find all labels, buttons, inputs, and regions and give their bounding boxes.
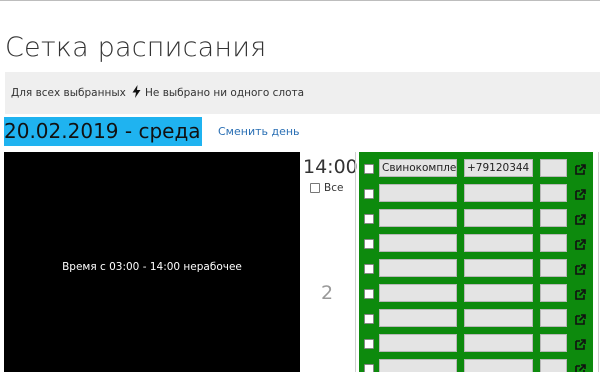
change-day-link[interactable]: Сменить день — [218, 125, 300, 138]
row-select-checkbox[interactable] — [364, 364, 374, 372]
table-row — [359, 184, 593, 203]
phone-field[interactable] — [464, 309, 533, 327]
table-row — [359, 359, 593, 372]
row-select-checkbox[interactable] — [364, 264, 374, 274]
selection-status: Не выбрано ни одного слота — [145, 87, 305, 99]
table-row — [359, 284, 593, 303]
table-row — [359, 334, 593, 353]
nonworking-time-label: Время с 03:00 - 14:00 нерабочее — [62, 261, 242, 273]
phone-field[interactable]: +79120344 — [464, 159, 533, 177]
extra-field[interactable] — [540, 184, 567, 202]
table-row — [359, 259, 593, 278]
client-name-field[interactable] — [379, 359, 457, 372]
slot-count-label: 2 — [321, 282, 334, 304]
phone-field[interactable] — [464, 234, 533, 252]
select-all-label: Все — [324, 182, 344, 194]
extra-field[interactable] — [540, 259, 567, 277]
table-row: Свинокомпле +79120344 — [359, 159, 593, 178]
current-date: 20.02.2019 - среда — [4, 117, 202, 146]
extra-field[interactable] — [540, 309, 567, 327]
client-name-field[interactable] — [379, 309, 457, 327]
extra-field[interactable] — [540, 209, 567, 227]
client-name-field[interactable] — [379, 184, 457, 202]
phone-field[interactable] — [464, 359, 533, 372]
client-name-field[interactable] — [379, 334, 457, 352]
external-link-icon[interactable] — [574, 186, 588, 200]
client-name-field[interactable] — [379, 284, 457, 302]
table-row — [359, 234, 593, 253]
row-select-checkbox[interactable] — [364, 289, 374, 299]
external-link-icon[interactable] — [574, 261, 588, 275]
row-select-checkbox[interactable] — [364, 214, 374, 224]
external-link-icon[interactable] — [574, 286, 588, 300]
time-slot-label: 14:00 — [303, 156, 358, 178]
column-divider — [355, 152, 356, 372]
grid-right-border — [598, 152, 599, 372]
toolbar: Для всех выбранных Не выбрано ни одного … — [5, 72, 600, 114]
table-row — [359, 209, 593, 228]
extra-field[interactable] — [540, 159, 567, 177]
top-border — [0, 0, 600, 1]
phone-field[interactable] — [464, 259, 533, 277]
all-selected-menu[interactable]: Для всех выбранных — [11, 87, 126, 99]
row-select-checkbox[interactable] — [364, 189, 374, 199]
phone-field[interactable] — [464, 284, 533, 302]
external-link-icon[interactable] — [574, 236, 588, 250]
external-link-icon[interactable] — [574, 311, 588, 325]
phone-field[interactable] — [464, 209, 533, 227]
phone-field[interactable] — [464, 184, 533, 202]
row-select-checkbox[interactable] — [364, 339, 374, 349]
select-all-control[interactable]: Все — [310, 182, 343, 194]
client-name-field[interactable]: Свинокомпле — [379, 159, 457, 177]
extra-field[interactable] — [540, 234, 567, 252]
client-name-field[interactable] — [379, 234, 457, 252]
table-row — [359, 309, 593, 328]
external-link-icon[interactable] — [574, 161, 588, 175]
external-link-icon[interactable] — [574, 211, 588, 225]
extra-field[interactable] — [540, 359, 567, 372]
external-link-icon[interactable] — [574, 336, 588, 350]
client-name-field[interactable] — [379, 209, 457, 227]
slot-grid: Свинокомпле +79120344 — [359, 152, 593, 372]
external-link-icon[interactable] — [574, 361, 588, 372]
lightning-icon — [132, 85, 141, 101]
select-all-checkbox[interactable] — [310, 183, 320, 193]
time-column: 14:00 Все 2 — [300, 152, 358, 372]
row-select-checkbox[interactable] — [364, 239, 374, 249]
extra-field[interactable] — [540, 334, 567, 352]
client-name-field[interactable] — [379, 259, 457, 277]
page-title: Сетка расписания — [5, 32, 267, 63]
row-select-checkbox[interactable] — [364, 314, 374, 324]
extra-field[interactable] — [540, 284, 567, 302]
phone-field[interactable] — [464, 334, 533, 352]
nonworking-time-block: Время с 03:00 - 14:00 нерабочее — [4, 152, 300, 372]
row-select-checkbox[interactable] — [364, 164, 374, 174]
